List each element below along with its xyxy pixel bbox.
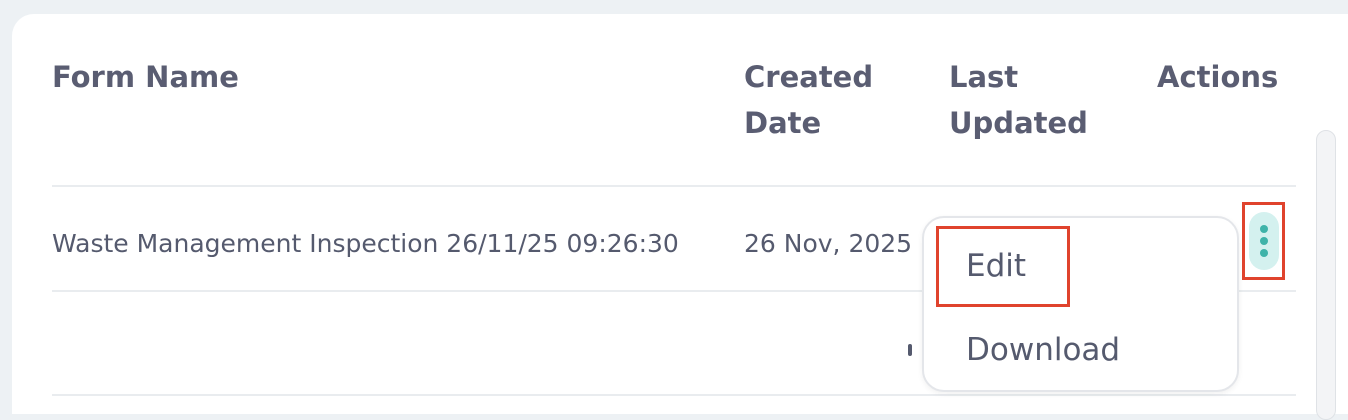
partial-text-mark (908, 344, 912, 356)
edit-highlight-box (936, 226, 1070, 307)
row-form-name[interactable]: Waste Management Inspection 26/11/25 09:… (52, 229, 679, 259)
header-divider (52, 185, 1296, 187)
header-last-updated-line2: Updated (949, 106, 1088, 140)
more-vertical-icon (1248, 212, 1279, 270)
header-created-date-line2: Date (744, 106, 822, 140)
kebab-dot (1259, 237, 1268, 245)
header-actions: Actions (1157, 60, 1279, 94)
header-last-updated[interactable]: Last Updated (949, 54, 1088, 146)
kebab-dot (1259, 249, 1268, 257)
menu-item-download[interactable]: Download (966, 330, 1120, 370)
kebab-dot (1259, 225, 1268, 233)
row-divider (52, 394, 1296, 396)
header-created-date[interactable]: Created Date (744, 54, 873, 146)
header-created-date-line1: Created (744, 60, 874, 94)
row-actions-button[interactable] (1242, 202, 1285, 280)
header-last-updated-line1: Last (949, 60, 1019, 94)
header-form-name[interactable]: Form Name (52, 54, 239, 100)
vertical-scrollbar[interactable] (1316, 130, 1336, 420)
row-created-date: 26 Nov, 2025 (744, 229, 913, 258)
